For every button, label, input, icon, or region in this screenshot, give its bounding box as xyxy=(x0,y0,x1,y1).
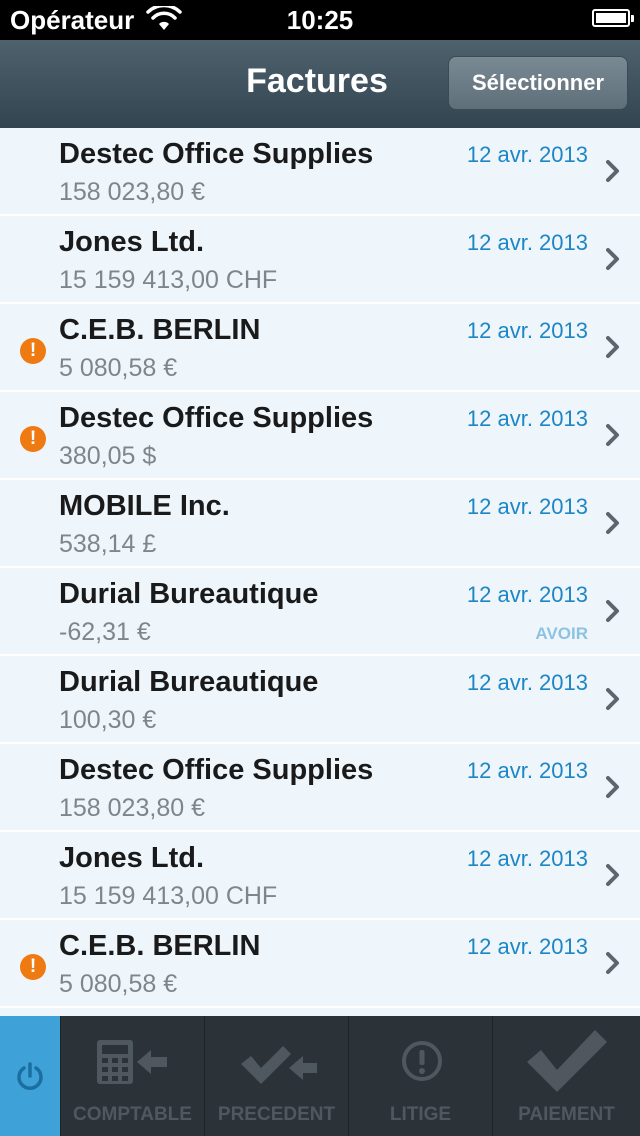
tab-comptable[interactable]: COMPTABLE xyxy=(60,1016,204,1136)
invoice-amount: 538,14 £ xyxy=(59,530,157,558)
invoice-amount: 100,30 € xyxy=(59,706,157,734)
tab-paiement[interactable]: PAIEMENT xyxy=(492,1016,640,1136)
power-icon xyxy=(17,1062,43,1090)
invoice-date: 12 avr. 2013 xyxy=(466,846,588,871)
invoice-amount: 15 159 413,00 CHF xyxy=(59,882,278,910)
invoice-date: 12 avr. 2013 xyxy=(466,494,588,519)
calculator-arrow-icon xyxy=(97,1040,167,1084)
invoice-amount: 5 080,58 € xyxy=(59,970,178,998)
supplier-name: Durial Bureautique xyxy=(59,666,319,698)
chevron-right-icon xyxy=(606,512,619,534)
invoice-row[interactable]: Durial Bureautique -62,31 € 12 avr. 2013 AV… xyxy=(0,568,640,656)
tab-label: LITIGE xyxy=(389,1104,452,1125)
navigation-bar: Factures Sélectionner xyxy=(0,40,640,129)
invoice-row[interactable]: ! C.E.B. BERLIN 5 080,58 € 12 avr. 2013 xyxy=(0,920,640,1008)
supplier-name: Destec Office Supplies xyxy=(59,402,374,434)
invoice-row[interactable]: Durial Bureautique 100,30 € 12 avr. 2013 xyxy=(0,656,640,744)
status-bar: Opérateur 10:25 xyxy=(0,0,640,40)
invoice-row[interactable]: Destec Office Supplies 158 023,80 € 12 avr… xyxy=(0,128,640,216)
invoice-amount: 380,05 $ xyxy=(59,442,157,470)
invoice-date: 12 avr. 2013 xyxy=(466,934,588,959)
invoice-row[interactable]: Destec Office Supplies 158 023,80 € 12 avr… xyxy=(0,744,640,832)
battery-icon xyxy=(592,9,634,27)
invoice-row[interactable]: ! C.E.B. BERLIN 5 080,58 € 12 avr. 2013 xyxy=(0,304,640,392)
tab-litige[interactable]: LITIGE xyxy=(348,1016,492,1136)
invoice-amount: 158 023,80 € xyxy=(59,794,205,822)
invoice-row[interactable]: MOBILE Inc. 538,14 £ 12 avr. 2013 xyxy=(0,480,640,568)
invoice-row[interactable]: Jones Ltd. 15 159 413,00 CHF 12 avr. 2013 xyxy=(0,216,640,304)
checkmark-icon xyxy=(527,1030,607,1092)
power-tab[interactable] xyxy=(0,1016,60,1136)
invoice-row[interactable]: Jones Ltd. 15 159 413,00 CHF 12 avr. 2013 xyxy=(0,832,640,920)
clock: 10:25 xyxy=(286,5,354,35)
invoice-row[interactable]: ! Destec Office Supplies 380,05 $ 12 avr. 2… xyxy=(0,392,640,480)
supplier-name: Jones Ltd. xyxy=(59,226,205,258)
supplier-name: Durial Bureautique xyxy=(59,578,319,610)
invoice-date: 12 avr. 2013 xyxy=(466,582,588,607)
tab-bar: COMPTABLE PRECEDENT LITIGE PAIEMENT xyxy=(0,1016,640,1136)
chevron-right-icon xyxy=(606,688,619,710)
tab-label: PAIEMENT xyxy=(518,1104,615,1125)
supplier-name: Destec Office Supplies xyxy=(59,754,374,786)
invoice-amount: 15 159 413,00 CHF xyxy=(59,266,278,294)
supplier-name: C.E.B. BERLIN xyxy=(59,314,261,346)
supplier-name: Jones Ltd. xyxy=(59,842,205,874)
chevron-right-icon xyxy=(606,952,619,974)
tab-label: PRECEDENT xyxy=(217,1104,336,1125)
tab-label: COMPTABLE xyxy=(73,1104,192,1125)
chevron-right-icon xyxy=(606,776,619,798)
supplier-name: Destec Office Supplies xyxy=(59,138,374,170)
invoice-date: 12 avr. 2013 xyxy=(466,406,588,431)
chevron-right-icon xyxy=(606,424,619,446)
invoice-amount: -62,31 € xyxy=(59,618,151,646)
check-arrow-icon xyxy=(241,1046,317,1084)
invoice-date: 12 avr. 2013 xyxy=(466,230,588,255)
alert-icon: ! xyxy=(20,954,46,980)
supplier-name: MOBILE Inc. xyxy=(59,490,230,522)
invoice-amount: 158 023,80 € xyxy=(59,178,205,206)
chevron-right-icon xyxy=(606,864,619,886)
chevron-right-icon xyxy=(606,160,619,182)
invoice-amount: 5 080,58 € xyxy=(59,354,178,382)
chevron-right-icon xyxy=(606,248,619,270)
chevron-right-icon xyxy=(606,336,619,358)
invoice-date: 12 avr. 2013 xyxy=(466,758,588,783)
invoice-date: 12 avr. 2013 xyxy=(466,318,588,343)
supplier-name: C.E.B. BERLIN xyxy=(59,930,261,962)
invoice-date: 12 avr. 2013 xyxy=(466,670,588,695)
tab-precedent[interactable]: PRECEDENT xyxy=(204,1016,348,1136)
credit-note-badge: AVOIR xyxy=(535,624,588,643)
chevron-right-icon xyxy=(606,600,619,622)
invoice-list[interactable]: Destec Office Supplies 158 023,80 € 12 avr… xyxy=(0,128,640,1016)
alert-icon: ! xyxy=(20,338,46,364)
invoice-date: 12 avr. 2013 xyxy=(466,142,588,167)
alert-icon: ! xyxy=(20,426,46,452)
select-button[interactable]: Sélectionner xyxy=(448,56,628,110)
exclamation-circle-icon xyxy=(402,1041,442,1081)
